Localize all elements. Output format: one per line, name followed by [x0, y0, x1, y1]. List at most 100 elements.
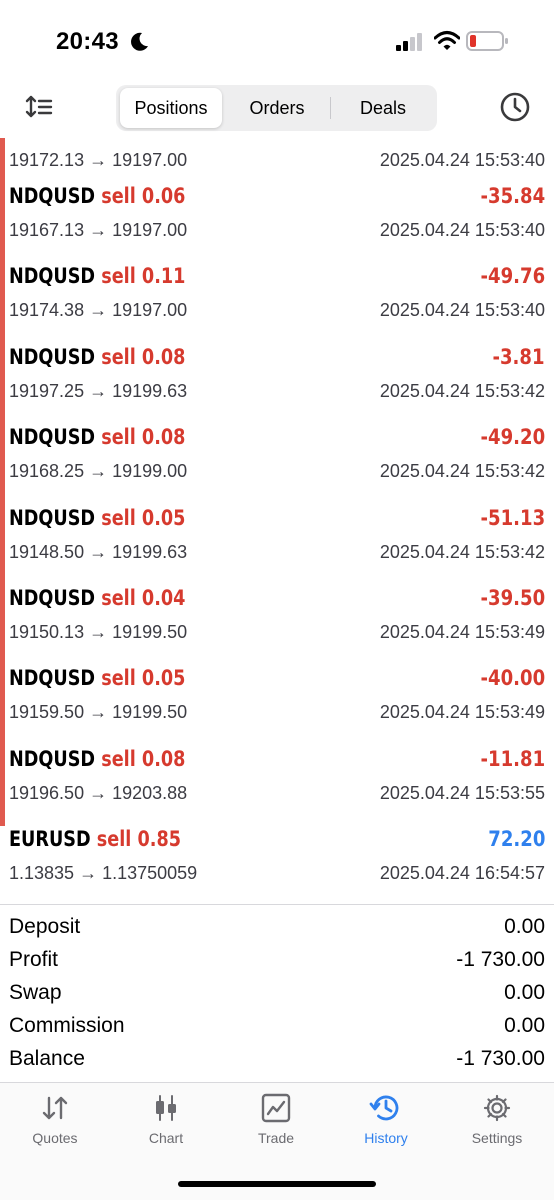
deal-prices: 19197.25 → 19199.63: [9, 380, 188, 401]
list-item[interactable]: NDQUSD sell 0.06 -35.84 19167.13 → 19197…: [0, 179, 554, 259]
sort-icon[interactable]: [24, 94, 54, 120]
deal-profit: -49.20: [480, 425, 545, 450]
deal-symbol: NDQUSD: [9, 505, 96, 530]
list-item[interactable]: NDQUSD sell 0.05 -40.00 19159.50 → 19199…: [0, 661, 554, 741]
deal-side: sell 0.08: [101, 425, 186, 450]
list-item[interactable]: NDQUSD sell 0.05 -51.13 19148.50 → 19199…: [0, 501, 554, 581]
status-time: 20:43: [56, 28, 119, 55]
deal-profit: -39.50: [480, 585, 545, 610]
tab-deals[interactable]: Deals: [332, 88, 434, 128]
deal-title: NDQUSD sell 0.04: [9, 586, 185, 616]
deal-time: 2025.04.24 15:53:40: [379, 220, 545, 240]
deal-profit: -3.81: [492, 344, 545, 369]
deal-prices: 19172.13 → 19197.00: [9, 150, 188, 170]
deal-title: NDQUSD sell 0.08: [9, 425, 185, 455]
deal-symbol: NDQUSD: [9, 585, 96, 610]
tab-trade[interactable]: Trade: [221, 1093, 331, 1146]
deal-prices: 19150.13 → 19199.50: [9, 621, 188, 642]
deal-prices: 1.13835 → 1.13750059: [9, 863, 198, 884]
list-item[interactable]: NDQUSD sell 0.08 -3.81 19197.25 → 19199.…: [0, 340, 554, 420]
tab-settings-label: Settings: [471, 1130, 523, 1146]
deal-side: sell 0.04: [101, 585, 186, 610]
deal-side: sell 0.06: [101, 184, 186, 208]
deal-time: 2025.04.24 15:53:42: [379, 461, 545, 482]
tab-trade-label: Trade: [257, 1130, 295, 1146]
battery-low-icon: [466, 31, 508, 51]
summary-label: Balance: [9, 1047, 85, 1070]
deal-symbol: NDQUSD: [9, 344, 96, 369]
deal-title: NDQUSD sell 0.11: [9, 264, 185, 294]
gear-icon: [483, 1094, 511, 1122]
tab-settings[interactable]: Settings: [442, 1093, 552, 1146]
toolbar: Positions Orders Deals: [0, 84, 554, 132]
deal-title: NDQUSD sell 0.08: [9, 747, 185, 777]
deal-prices: 19174.38 → 19197.00: [9, 300, 188, 321]
deal-side: sell 0.85: [96, 827, 182, 852]
deal-side: sell 0.05: [101, 666, 186, 691]
deal-symbol: NDQUSD: [9, 746, 96, 771]
list-item[interactable]: 19172.13 → 19197.00 2025.04.24 15:53:40: [0, 138, 554, 179]
deal-profit: -51.13: [480, 505, 545, 530]
home-indicator: [178, 1181, 376, 1187]
deal-title: NDQUSD sell 0.06: [9, 184, 185, 214]
deal-side: sell 0.05: [101, 505, 186, 530]
list-item[interactable]: EURUSD sell 0.85 72.20 1.13835 → 1.13750…: [0, 822, 554, 902]
summary-value: -1 730.00: [456, 948, 545, 971]
deal-profit: -11.81: [480, 746, 545, 771]
summary-value: 0.00: [504, 915, 545, 938]
deal-symbol: EURUSD: [9, 827, 91, 852]
status-bar: 20:43: [0, 0, 554, 80]
quotes-arrows-icon: [42, 1096, 68, 1120]
tab-history-label: History: [364, 1130, 408, 1146]
tab-positions[interactable]: Positions: [120, 88, 222, 128]
deal-symbol: NDQUSD: [9, 184, 96, 208]
summary-value: -1 730.00: [456, 1047, 545, 1070]
deal-prices: 19168.25 → 19199.00: [9, 461, 188, 482]
list-item[interactable]: NDQUSD sell 0.08 -11.81 19196.50 → 19203…: [0, 742, 554, 822]
list-item[interactable]: NDQUSD sell 0.11 -49.76 19174.38 → 19197…: [0, 259, 554, 339]
deal-prices: 19167.13 → 19197.00: [9, 220, 188, 240]
summary-row-swap: Swap 0.00: [0, 978, 554, 1011]
segment-divider: [330, 97, 331, 119]
summary-value: 0.00: [504, 1014, 545, 1037]
deal-symbol: NDQUSD: [9, 264, 96, 289]
tab-orders[interactable]: Orders: [226, 88, 328, 128]
summary-value: 0.00: [504, 981, 545, 1004]
history-icon: [369, 1095, 399, 1121]
deal-profit: -49.76: [480, 264, 545, 289]
tab-history[interactable]: History: [331, 1093, 441, 1146]
summary-row-commission: Commission 0.00: [0, 1011, 554, 1044]
list-item[interactable]: NDQUSD sell 0.08 -49.20 19168.25 → 19199…: [0, 420, 554, 500]
deal-time: 2025.04.24 15:53:49: [379, 621, 545, 642]
clock-icon[interactable]: [499, 91, 531, 123]
tab-chart[interactable]: Chart: [111, 1093, 221, 1146]
deal-prices: 19148.50 → 19199.63: [9, 541, 188, 562]
deal-symbol: NDQUSD: [9, 666, 96, 691]
summary-label: Deposit: [9, 915, 81, 938]
deal-time: 2025.04.24 15:53:49: [379, 702, 545, 723]
deal-time: 2025.04.24 16:54:57: [379, 863, 545, 884]
deal-time: 2025.04.24 15:53:42: [379, 380, 545, 401]
deal-time: 2025.04.24 15:53:40: [379, 300, 545, 321]
trade-chart-icon: [261, 1093, 291, 1123]
summary-row-balance: Balance -1 730.00: [0, 1044, 554, 1077]
summary-row-deposit: Deposit 0.00: [0, 912, 554, 945]
deal-title: NDQUSD sell 0.05: [9, 666, 185, 696]
deal-title: NDQUSD sell 0.05: [9, 506, 185, 536]
list-item[interactable]: NDQUSD sell 0.04 -39.50 19150.13 → 19199…: [0, 581, 554, 661]
candlestick-icon: [156, 1095, 176, 1121]
deal-time: 2025.04.24 15:53:40: [379, 150, 545, 170]
deal-profit: -40.00: [480, 666, 545, 691]
summary-label: Profit: [9, 948, 59, 971]
deal-side: sell 0.08: [101, 746, 186, 771]
deal-title: EURUSD sell 0.85: [9, 827, 181, 857]
deal-side: sell 0.11: [101, 264, 186, 289]
tab-quotes[interactable]: Quotes: [0, 1093, 110, 1146]
deals-list: 19172.13 → 19197.00 2025.04.24 15:53:40 …: [0, 138, 554, 903]
deal-prices: 19196.50 → 19203.88: [9, 782, 188, 803]
cellular-signal-icon: [396, 33, 422, 51]
deal-side: sell 0.08: [101, 344, 186, 369]
segmented-control: Positions Orders Deals: [116, 85, 437, 131]
deal-time: 2025.04.24 15:53:42: [379, 541, 545, 562]
deal-symbol: NDQUSD: [9, 425, 96, 450]
